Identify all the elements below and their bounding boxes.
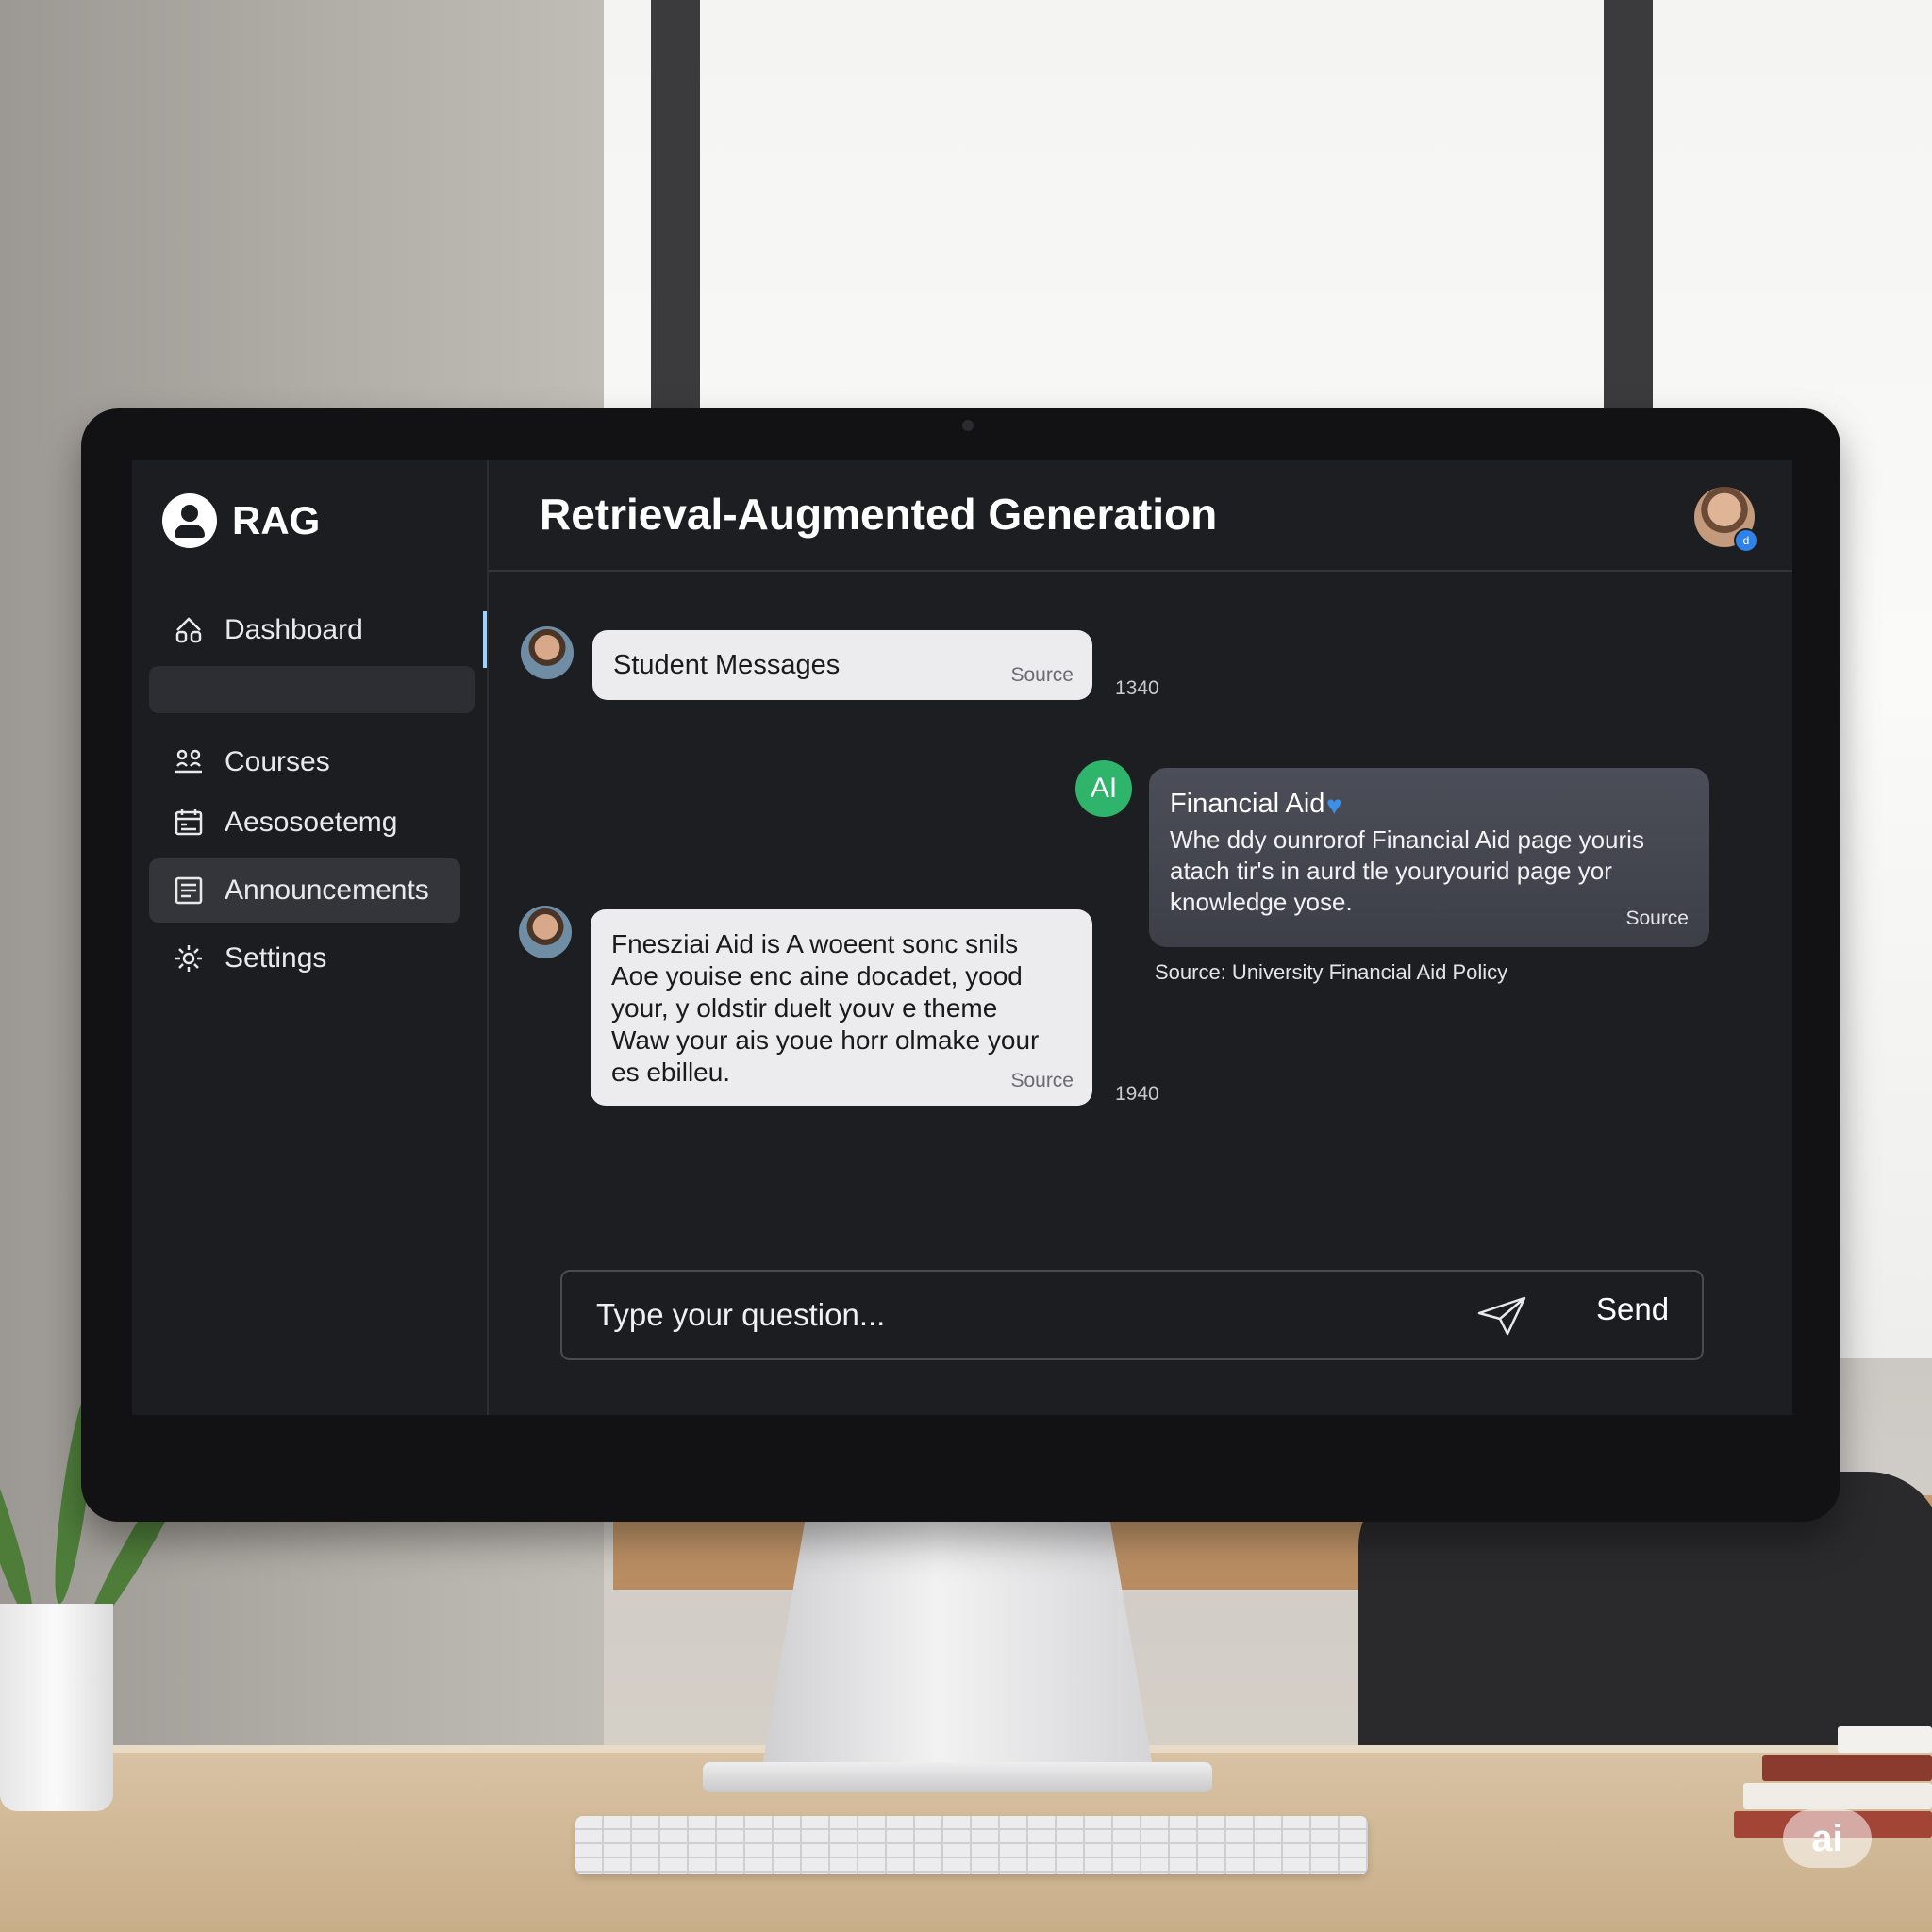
people-icon	[175, 749, 202, 774]
sidebar-item-courses[interactable]: Courses	[149, 730, 460, 794]
page-title: Retrieval-Augmented Generation	[540, 490, 1218, 539]
sidebar-item-blank[interactable]	[149, 666, 475, 713]
ai-message-bubble: Financial Aid ♥ Whe ddy ounrorof Financi…	[1149, 768, 1709, 947]
sidebar-item-label: Announcements	[225, 874, 429, 906]
monitor-stand	[759, 1509, 1156, 1783]
heart-icon: ♥	[1326, 791, 1342, 820]
app-screen: RAG Dashboard Courses Aesosoetemg Announ…	[132, 460, 1792, 1415]
message-title: Financial Aid	[1170, 789, 1325, 819]
avatar-badge: d	[1734, 528, 1758, 553]
sidebar-item-label: Settings	[225, 942, 327, 974]
source-link[interactable]: Source	[1625, 908, 1689, 930]
keyboard	[575, 1816, 1368, 1874]
user-circle-icon	[162, 493, 217, 548]
monitor-stand-base	[703, 1762, 1212, 1792]
message-composer: Send	[560, 1270, 1704, 1360]
ai-avatar: AI	[1075, 760, 1132, 817]
source-link[interactable]: Source	[1010, 1070, 1074, 1092]
question-input[interactable]	[594, 1291, 1447, 1340]
source-link[interactable]: Source	[1010, 664, 1074, 687]
sidebar-item-label: Aesosoetemg	[225, 807, 398, 838]
student-message-bubble: Fnesziai Aid is A woeent sonc snils Aoe …	[591, 909, 1092, 1106]
sidebar-item-announcements[interactable]: Announcements	[149, 858, 460, 923]
sidebar: RAG Dashboard Courses Aesosoetemg Announ…	[132, 460, 489, 1415]
message-text: Student Messages	[613, 650, 841, 680]
calendar-icon	[175, 809, 203, 836]
gear-icon	[175, 945, 202, 972]
app-name: RAG	[232, 498, 321, 542]
paper-plane-icon[interactable]	[1475, 1294, 1528, 1338]
watermark: ai	[1783, 1809, 1872, 1868]
student-avatar	[521, 626, 574, 679]
camera	[962, 420, 974, 431]
sidebar-item-settings[interactable]: Settings	[149, 926, 460, 991]
student-avatar	[519, 906, 572, 958]
student-message-bubble: Student Messages Source	[592, 630, 1092, 700]
message-text: Whe ddy ounrorof Financial Aid page your…	[1170, 825, 1644, 916]
message-text: Fnesziai Aid is A woeent sonc snils Aoe …	[611, 929, 1040, 1087]
header: Retrieval-Augmented Generation d	[489, 460, 1792, 572]
source-citation[interactable]: Source: University Financial Aid Policy	[1155, 960, 1507, 985]
main-panel: Retrieval-Augmented Generation d Student…	[489, 460, 1792, 1415]
home-icon	[175, 617, 202, 643]
scroll-indicator	[483, 611, 487, 668]
send-button[interactable]: Send	[1591, 1291, 1674, 1328]
plant-pot	[0, 1604, 113, 1811]
sidebar-item-label: Courses	[225, 746, 330, 777]
message-time: 1340	[1115, 677, 1159, 699]
sidebar-item-assessments[interactable]: Aesosoetemg	[149, 791, 460, 855]
message-time: 1940	[1115, 1083, 1159, 1105]
sidebar-item-dashboard[interactable]: Dashboard	[149, 598, 460, 662]
brand[interactable]: RAG	[162, 492, 320, 549]
list-icon	[175, 876, 203, 905]
sidebar-item-label: Dashboard	[225, 614, 363, 645]
